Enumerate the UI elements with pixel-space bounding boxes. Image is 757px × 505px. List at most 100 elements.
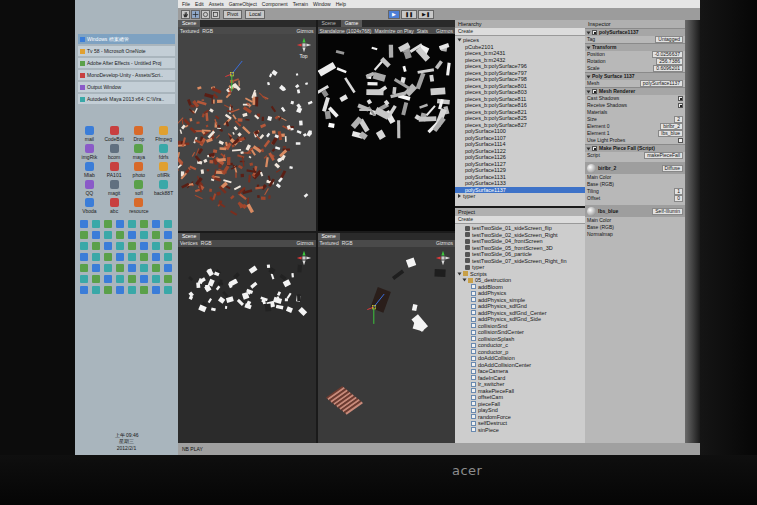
scale-icon[interactable]: [211, 10, 220, 19]
app-icon[interactable]: [140, 275, 148, 283]
shader-dropdown[interactable]: Self-Illumin: [652, 208, 683, 215]
desktop-icon[interactable]: Ffmpeg: [152, 126, 175, 142]
hierarchy-item[interactable]: polySurface1126: [455, 154, 585, 161]
transform-handle-icon[interactable]: [366, 287, 392, 327]
play-button[interactable]: ❚❚: [401, 10, 417, 19]
hierarchy-item[interactable]: pieces_b:polySurface801: [455, 83, 585, 90]
view-option[interactable]: Textured: [320, 240, 339, 246]
app-icon[interactable]: [80, 275, 88, 283]
hierarchy-item[interactable]: polySurface1122: [455, 148, 585, 155]
app-icon[interactable]: [116, 264, 124, 272]
field-value[interactable]: 256.7386: [656, 58, 683, 65]
field-value[interactable]: polySurface1137: [640, 80, 683, 87]
panel-tab[interactable]: Inspector: [585, 20, 685, 28]
expand-arrow-icon[interactable]: [458, 39, 462, 42]
create-button[interactable]: Create: [455, 28, 585, 36]
app-icon[interactable]: [140, 286, 148, 294]
field-value[interactable]: makePieceFall: [644, 152, 683, 159]
project-item[interactable]: addPhysics_sdfGnd: [455, 303, 585, 310]
view-tab[interactable]: Scene: [178, 20, 200, 27]
desktop-icon[interactable]: fdrfs: [152, 144, 175, 160]
app-icon[interactable]: [80, 220, 88, 228]
project-item[interactable]: pieceFall: [455, 401, 585, 408]
desktop-icon[interactable]: resource: [128, 198, 151, 214]
view-option[interactable]: RGB: [202, 28, 213, 34]
project-item[interactable]: testTwoSide_04_frontScreen: [455, 238, 585, 245]
project-item[interactable]: randomForce: [455, 414, 585, 421]
pivot-button[interactable]: Pivot: [223, 10, 242, 19]
app-icon[interactable]: [116, 275, 124, 283]
expand-arrow-icon[interactable]: [587, 147, 591, 150]
desktop-icon[interactable]: bcom: [103, 144, 126, 160]
gizmos-button[interactable]: Gizmos: [436, 240, 453, 246]
hierarchy-item[interactable]: polySurface1137: [455, 187, 585, 194]
menu-item[interactable]: File: [182, 1, 190, 7]
view-option[interactable]: RGB: [342, 240, 353, 246]
project-item[interactable]: testTwoSide_07_sideScreen_Right_fin: [455, 258, 585, 265]
checkbox[interactable]: [678, 138, 683, 143]
desktop-icon[interactable]: Drop: [128, 126, 151, 142]
project-item[interactable]: fadeInCard: [455, 375, 585, 382]
field-value[interactable]: birlbr_2: [660, 123, 683, 130]
desktop-icon[interactable]: abc: [103, 198, 126, 214]
app-icon[interactable]: [92, 220, 100, 228]
scene-view[interactable]: SceneGameStandalone (1024x768)Maximize o…: [318, 20, 456, 231]
hierarchy-item[interactable]: pieces_b:m2432: [455, 57, 585, 64]
field-value[interactable]: Untagged: [655, 36, 683, 43]
project-item[interactable]: collisionSndCenter: [455, 329, 585, 336]
app-icon[interactable]: [104, 242, 112, 250]
desktop-icon[interactable]: back88T: [152, 180, 175, 196]
desktop-icon[interactable]: Vboda: [78, 198, 101, 214]
app-icon[interactable]: [140, 253, 148, 261]
desktop-icon[interactable]: ofilRk: [152, 162, 175, 178]
app-icon[interactable]: [80, 286, 88, 294]
app-icon[interactable]: [104, 220, 112, 228]
hierarchy-item[interactable]: pieces_b:polySurface803: [455, 89, 585, 96]
app-icon[interactable]: [116, 253, 124, 261]
project-item[interactable]: makePieceFall: [455, 388, 585, 395]
app-icon[interactable]: [116, 286, 124, 294]
enable-checkbox[interactable]: [592, 89, 597, 94]
project-item[interactable]: selfDestruct: [455, 420, 585, 427]
project-item[interactable]: addBloom: [455, 284, 585, 291]
desktop-icon[interactable]: mail: [78, 126, 101, 142]
viewport[interactable]: [178, 247, 316, 444]
expand-arrow-icon[interactable]: [587, 31, 591, 34]
view-option[interactable]: Standalone (1024x768): [320, 28, 372, 34]
taskbar-window[interactable]: Output Window: [78, 82, 175, 92]
taskbar-window[interactable]: Windows 檔案總管: [78, 34, 175, 44]
hierarchy-item[interactable]: pieces_b:polySurface811: [455, 96, 585, 103]
app-icon[interactable]: [80, 264, 88, 272]
app-icon[interactable]: [164, 220, 172, 228]
expand-arrow-icon[interactable]: [463, 279, 467, 282]
desktop-icon[interactable]: maya: [128, 144, 151, 160]
view-option[interactable]: Vertices: [180, 240, 198, 246]
app-icon[interactable]: [164, 286, 172, 294]
local-button[interactable]: Local: [245, 10, 265, 19]
app-icon[interactable]: [152, 242, 160, 250]
desktop-icon[interactable]: sofl: [128, 180, 151, 196]
hierarchy-item[interactable]: polySurface1127: [455, 161, 585, 168]
app-icon[interactable]: [140, 264, 148, 272]
orientation-gizmo[interactable]: [435, 250, 451, 266]
app-icon[interactable]: [80, 253, 88, 261]
project-item[interactable]: playSnd: [455, 407, 585, 414]
taskbar-window[interactable]: Adobe After Effects - Untitled Proj: [78, 58, 175, 68]
app-icon[interactable]: [128, 275, 136, 283]
gizmos-button[interactable]: Gizmos: [297, 28, 314, 34]
app-icon[interactable]: [128, 253, 136, 261]
viewport[interactable]: [318, 247, 456, 444]
expand-arrow-icon[interactable]: [587, 75, 591, 78]
orientation-gizmo[interactable]: Top: [296, 37, 312, 59]
app-icon[interactable]: [164, 275, 172, 283]
hierarchy-item[interactable]: pieces_b:polySurface827: [455, 122, 585, 129]
desktop-icon[interactable]: Mlab: [78, 162, 101, 178]
field-value[interactable]: 2: [674, 116, 683, 123]
app-icon[interactable]: [152, 220, 160, 228]
app-icon[interactable]: [128, 264, 136, 272]
hierarchy-item[interactable]: polySurface1129: [455, 167, 585, 174]
app-icon[interactable]: [80, 242, 88, 250]
scene-view[interactable]: SceneTexturedRGBGizmos: [318, 233, 456, 444]
app-icon[interactable]: [140, 231, 148, 239]
hierarchy-item[interactable]: typer: [455, 193, 585, 200]
